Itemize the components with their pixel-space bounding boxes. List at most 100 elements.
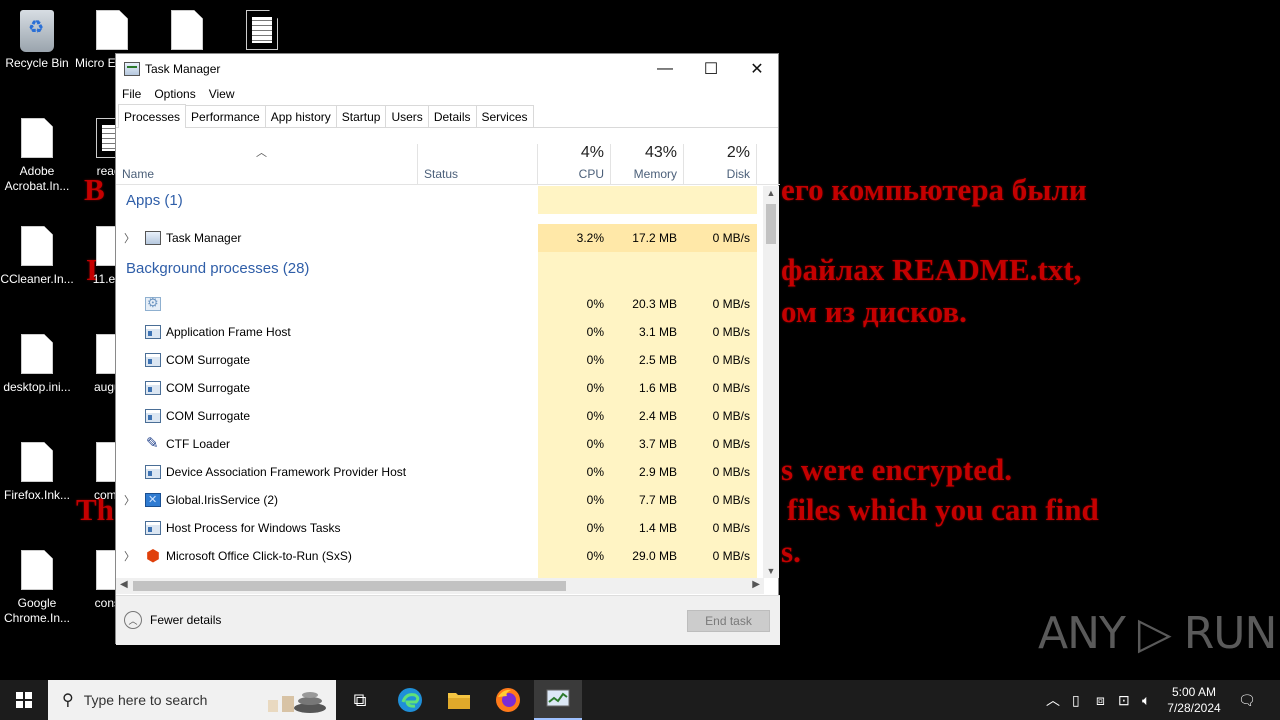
file-explorer-icon[interactable] [435, 680, 483, 720]
table-row[interactable] [116, 570, 764, 578]
cpu-value: 0% [586, 381, 604, 395]
menu-options[interactable]: Options [154, 87, 195, 101]
table-row[interactable]: 〉 Task Manager 3.2% 17.2 MB 0 MB/s [116, 224, 764, 252]
task-manager-icon [124, 62, 140, 76]
taskbar-clock[interactable]: 5:00 AM 7/28/2024 [1160, 684, 1228, 716]
tab-users[interactable]: Users [385, 105, 429, 127]
desktop-icon-text-file[interactable] [224, 10, 300, 56]
maximize-button[interactable]: ☐ [688, 54, 734, 84]
network-icon[interactable]: ⧈ [1096, 680, 1105, 720]
table-row[interactable]: COM Surrogate 0% 2.4 MB 0 MB/s [116, 402, 764, 430]
close-button[interactable]: ✕ [734, 54, 780, 84]
wallpaper-ransom-line-2b: файлах README.txt, [781, 252, 1082, 287]
chevron-up-icon: ︿ [1046, 692, 1060, 708]
disk-value: 0 MB/s [712, 465, 750, 479]
vertical-scrollbar[interactable]: ▲ ▼ [763, 186, 779, 578]
start-button[interactable] [0, 680, 48, 720]
notifications-icon[interactable]: 🗨︎ [1238, 680, 1256, 720]
tab-performance[interactable]: Performance [185, 105, 266, 127]
tab-details[interactable]: Details [427, 105, 477, 127]
table-row[interactable]: Device Association Framework Provider Ho… [116, 458, 764, 486]
table-row[interactable]: COM Surrogate 0% 2.5 MB 0 MB/s [116, 346, 764, 374]
tab-app-history[interactable]: App history [264, 105, 337, 127]
fewer-details-label: Fewer details [150, 613, 222, 627]
cpu-value: 0% [586, 297, 604, 311]
office-icon [145, 546, 161, 566]
search-highlight-illustration-icon [268, 692, 326, 713]
edge-icon[interactable] [386, 680, 434, 720]
desktop-icon-ccleaner[interactable]: CCleaner.In... [0, 226, 75, 287]
horizontal-scroll-thumb[interactable] [133, 581, 566, 591]
task-view-icon[interactable]: ⧉ [336, 680, 384, 720]
desktop-icon-adobe-acrobat[interactable]: Adobe Acrobat.In... [0, 118, 75, 194]
scroll-left-icon[interactable]: ◀ [120, 579, 128, 590]
memory-value: 20.3 MB [632, 297, 677, 311]
file-icon [21, 226, 53, 266]
text-file-icon [246, 10, 278, 50]
search-placeholder: Type here to search [83, 692, 208, 708]
process-name: CTF Loader [166, 437, 231, 451]
expand-chevron-icon[interactable]: 〉 [124, 492, 135, 508]
process-name: Microsoft Office Click-to-Run (SxS) [166, 549, 352, 563]
desktop-icon-file[interactable] [149, 10, 225, 56]
wallpaper-ransom-line-4: s were encrypted. [781, 452, 1013, 487]
table-row[interactable]: CTF Loader 0% 3.7 MB 0 MB/s [116, 430, 764, 458]
menu-file[interactable]: File [122, 87, 141, 101]
table-row[interactable]: Application Frame Host 0% 3.1 MB 0 MB/s [116, 318, 764, 346]
column-header-cpu[interactable]: 4% CPU [538, 144, 611, 185]
task-manager-taskbar-icon[interactable] [534, 680, 582, 720]
iris-icon [145, 493, 161, 507]
column-header-memory[interactable]: 43% Memory [611, 144, 684, 185]
wallpaper-ransom-line-6: s. [781, 534, 801, 569]
table-row[interactable]: 0% 20.3 MB 0 MB/s [116, 290, 764, 318]
clock-time: 5:00 AM [1171, 685, 1217, 699]
group-label-apps: Apps (1) [126, 192, 183, 209]
disk-total-percent: 2% [726, 144, 750, 161]
title-bar[interactable]: Task Manager — ☐ ✕ [116, 54, 778, 84]
tablet-icon[interactable]: ▯ [1072, 680, 1080, 720]
tab-startup[interactable]: Startup [335, 105, 387, 127]
tab-processes[interactable]: Processes [118, 104, 187, 128]
memory-value: 2.4 MB [638, 409, 677, 423]
vertical-scroll-thumb[interactable] [766, 204, 776, 244]
scroll-right-icon[interactable]: ▶ [752, 579, 760, 590]
scroll-down-icon[interactable]: ▼ [763, 566, 779, 576]
desktop-icon-recycle-bin[interactable]: Recycle Bin [0, 10, 75, 71]
process-name: COM Surrogate [166, 409, 251, 423]
group-header-apps[interactable]: Apps (1) [116, 186, 764, 214]
end-task-button[interactable]: End task [687, 610, 770, 632]
memory-total-percent: 43% [644, 144, 677, 161]
horizontal-scrollbar[interactable]: ◀ ▶ [116, 578, 764, 594]
file-icon [21, 442, 53, 482]
minimize-button[interactable]: — [642, 54, 688, 84]
volume-icon[interactable]: 🔈︎ [1142, 680, 1150, 720]
tab-services[interactable]: Services [475, 105, 534, 127]
column-header-name[interactable]: ︿ Name [116, 144, 418, 185]
display-icon[interactable]: ⊡ [1118, 680, 1130, 720]
table-row[interactable]: COM Surrogate 0% 1.6 MB 0 MB/s [116, 374, 764, 402]
expand-chevron-icon[interactable]: 〉 [124, 548, 135, 564]
column-header-status[interactable]: Status [418, 144, 538, 185]
firefox-icon[interactable] [484, 680, 532, 720]
expand-chevron-icon[interactable]: 〉 [124, 230, 135, 246]
window-icon [145, 465, 161, 479]
group-header-background[interactable]: Background processes (28) [116, 252, 764, 290]
show-hidden-icons-button[interactable]: ︿ [1046, 680, 1060, 720]
memory-value: 2.9 MB [638, 465, 677, 479]
column-header-disk[interactable]: 2% Disk [684, 144, 757, 185]
menu-bar: File Options View [116, 84, 778, 104]
table-row[interactable]: Host Process for Windows Tasks 0% 1.4 MB… [116, 514, 764, 542]
menu-view[interactable]: View [209, 87, 235, 101]
desktop-icon-firefox[interactable]: Firefox.Ink... [0, 442, 75, 503]
cpu-value: 0% [586, 549, 604, 563]
desktop-icon-google-chrome[interactable]: Google Chrome.In... [0, 550, 75, 626]
disk-value: 0 MB/s [712, 353, 750, 367]
chevron-up-circle-icon: ︿ [124, 611, 142, 629]
scroll-up-icon[interactable]: ▲ [763, 188, 779, 198]
table-row[interactable]: 〉 Global.IrisService (2) 0% 7.7 MB 0 MB/… [116, 486, 764, 514]
table-row[interactable]: 〉 Microsoft Office Click-to-Run (SxS) 0%… [116, 542, 764, 570]
desktop-icon-desktop-ini[interactable]: desktop.ini... [0, 334, 75, 395]
process-list: Apps (1) 〉 Task Manager 3.2% 17.2 MB 0 M… [116, 186, 764, 578]
taskbar-search-box[interactable]: ⚲ Type here to search [48, 680, 336, 720]
fewer-details-button[interactable]: ︿ Fewer details [124, 611, 221, 629]
